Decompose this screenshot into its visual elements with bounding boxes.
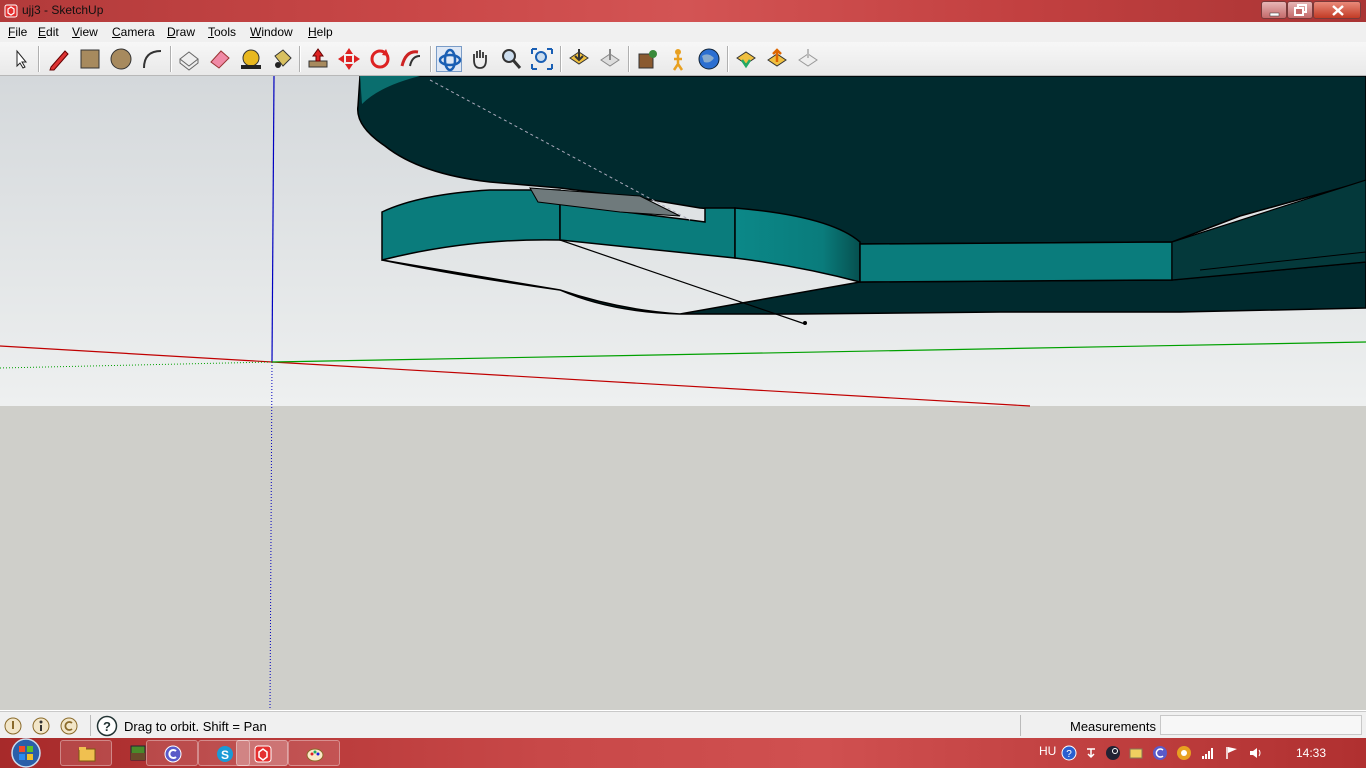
add-location-icon[interactable] — [634, 46, 660, 72]
menu-bar: File Edit View Camera Draw Tools Window … — [0, 22, 1366, 42]
zoom-icon[interactable] — [498, 46, 524, 72]
menu-draw[interactable]: Draw — [167, 25, 195, 39]
circle-icon[interactable] — [108, 46, 134, 72]
eraser-icon[interactable] — [207, 46, 233, 72]
pan-icon[interactable] — [467, 46, 493, 72]
tray-language[interactable]: HU — [1039, 744, 1056, 758]
get-models-icon[interactable] — [566, 46, 592, 72]
start-button[interactable] — [4, 738, 44, 768]
position-camera-icon[interactable] — [665, 46, 691, 72]
window-title: ujj3 - SketchUp — [22, 3, 104, 17]
menu-window[interactable]: Window — [250, 25, 293, 39]
copyright-icon[interactable] — [60, 717, 78, 735]
arc-icon[interactable] — [139, 46, 165, 72]
move-icon[interactable] — [336, 46, 362, 72]
select-tool-icon[interactable] — [8, 46, 34, 72]
svg-text:S: S — [221, 748, 229, 762]
tray-flag-icon[interactable] — [1224, 745, 1240, 761]
dynamic-components-icon[interactable] — [795, 46, 821, 72]
title-bar: ujj3 - SketchUp — [0, 0, 1366, 22]
restore-button[interactable] — [1287, 1, 1313, 19]
menu-file[interactable]: File — [8, 25, 27, 39]
make-component-icon[interactable] — [176, 46, 202, 72]
tray-help-icon[interactable]: ? — [1061, 745, 1077, 761]
model-canvas — [0, 76, 1366, 710]
menu-view[interactable]: View — [72, 25, 98, 39]
tray-app-c-icon[interactable] — [1152, 745, 1168, 761]
toolbar-separator — [727, 46, 729, 72]
menu-help[interactable]: Help — [308, 25, 333, 39]
tray-expand-icon[interactable] — [1083, 745, 1099, 761]
tray-steam-icon[interactable] — [1105, 745, 1121, 761]
measurements-label: Measurements — [1070, 719, 1156, 734]
toolbar-separator — [299, 46, 301, 72]
paint-bucket-icon[interactable] — [269, 46, 295, 72]
toolbar-separator — [430, 46, 432, 72]
toolbar-separator — [38, 46, 40, 72]
taskbar-sketchup[interactable] — [236, 740, 288, 766]
svg-text:?: ? — [1066, 749, 1072, 760]
credits-icon[interactable] — [32, 717, 50, 735]
orbit-icon[interactable] — [436, 46, 462, 72]
tray-network-icon[interactable] — [1200, 745, 1216, 761]
minimize-button[interactable] — [1261, 1, 1287, 19]
google-earth-icon[interactable] — [696, 46, 722, 72]
toolbar-separator — [170, 46, 172, 72]
tray-volume-icon[interactable] — [1248, 745, 1264, 761]
share-component-icon[interactable] — [764, 46, 790, 72]
taskbar-explorer[interactable] — [60, 740, 112, 766]
model-side-face-right — [859, 241, 1173, 283]
status-hint: Drag to orbit. Shift = Pan — [124, 719, 267, 734]
status-divider — [90, 715, 91, 736]
share-model-icon[interactable] — [597, 46, 623, 72]
status-bar: ? Drag to orbit. Shift = Pan Measurement… — [0, 711, 1366, 739]
push-pull-icon[interactable] — [305, 46, 331, 72]
model-viewport[interactable] — [0, 76, 1366, 710]
ground — [0, 406, 1366, 710]
get-photo-texture-icon[interactable] — [733, 46, 759, 72]
tape-measure-icon[interactable] — [238, 46, 264, 72]
menu-tools[interactable]: Tools — [208, 25, 236, 39]
windows-taskbar: S HU ? 14:33 — [0, 738, 1366, 768]
sketchup-app-icon — [4, 4, 18, 18]
taskbar-paint[interactable] — [288, 740, 340, 766]
tray-clock[interactable]: 14:33 — [1296, 746, 1326, 760]
close-button[interactable] — [1313, 1, 1361, 19]
taskbar-app-c[interactable] — [146, 740, 198, 766]
toolbar-separator — [560, 46, 562, 72]
status-divider — [1020, 715, 1021, 736]
zoom-extents-icon[interactable] — [529, 46, 555, 72]
tray-chrome-icon[interactable] — [1176, 745, 1192, 761]
toolbar — [0, 42, 1366, 76]
pencil-line-icon[interactable] — [46, 46, 72, 72]
help-icon[interactable]: ? — [96, 715, 118, 737]
svg-text:?: ? — [103, 719, 111, 734]
rotate-icon[interactable] — [367, 46, 393, 72]
tray-folder-icon[interactable] — [1128, 745, 1144, 761]
rectangle-icon[interactable] — [77, 46, 103, 72]
menu-camera[interactable]: Camera — [112, 25, 155, 39]
geolocation-icon[interactable] — [4, 717, 22, 735]
measurements-field[interactable] — [1160, 715, 1362, 735]
menu-edit[interactable]: Edit — [38, 25, 59, 39]
toolbar-separator — [628, 46, 630, 72]
follow-me-icon[interactable] — [398, 46, 424, 72]
